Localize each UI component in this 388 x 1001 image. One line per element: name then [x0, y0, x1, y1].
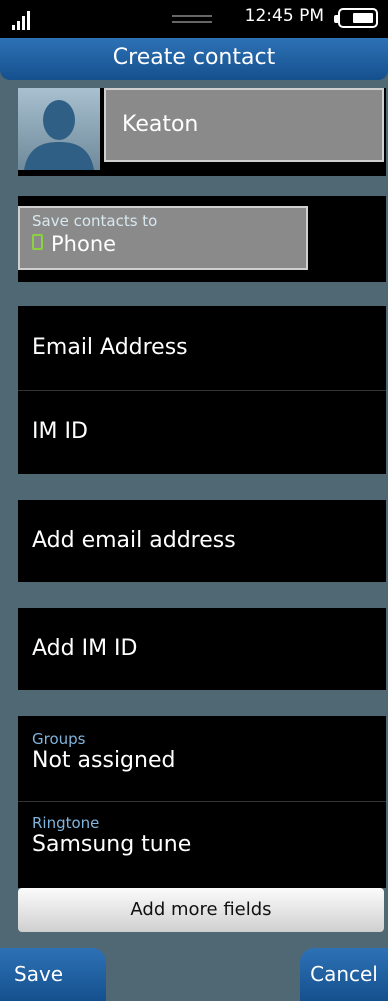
groups-ringtone-card: Groups Not assigned Ringtone Samsung tun…: [18, 716, 386, 888]
groups-value: Not assigned: [32, 748, 176, 773]
name-input[interactable]: Keaton: [104, 88, 384, 162]
name-section: Keaton: [18, 88, 386, 176]
email-im-card: Email Address IM ID: [18, 306, 386, 474]
drag-handle[interactable]: [172, 15, 212, 23]
phone-icon: [32, 234, 43, 250]
cancel-button[interactable]: Cancel: [300, 948, 388, 1001]
save-to-value: Phone: [51, 232, 117, 256]
save-button[interactable]: Save: [0, 948, 106, 1001]
add-email-button[interactable]: Add email address: [18, 500, 386, 582]
add-im-button[interactable]: Add IM ID: [18, 608, 386, 690]
signal-icon: [12, 6, 38, 30]
clock: 12:45 PM: [244, 6, 324, 26]
im-id-field[interactable]: IM ID: [18, 390, 386, 474]
save-to-section: Save contacts to Phone: [18, 196, 386, 282]
status-bar: 12:45 PM: [0, 0, 388, 38]
ringtone-value: Samsung tune: [32, 832, 192, 857]
add-im-card: Add IM ID: [18, 608, 386, 690]
contact-avatar-icon[interactable]: [18, 88, 100, 170]
add-email-card: Add email address: [18, 500, 386, 582]
save-to-label: Save contacts to: [32, 212, 158, 230]
ringtone-label: Ringtone: [32, 814, 100, 832]
email-address-field[interactable]: Email Address: [18, 306, 386, 390]
save-to-selector[interactable]: Save contacts to Phone: [18, 206, 308, 270]
battery-icon: [334, 8, 378, 28]
groups-label: Groups: [32, 730, 86, 748]
page-title: Create contact: [0, 38, 388, 80]
ringtone-field[interactable]: Ringtone Samsung tune: [18, 800, 386, 884]
groups-field[interactable]: Groups Not assigned: [18, 716, 386, 800]
add-more-fields-button[interactable]: Add more fields: [18, 888, 384, 932]
